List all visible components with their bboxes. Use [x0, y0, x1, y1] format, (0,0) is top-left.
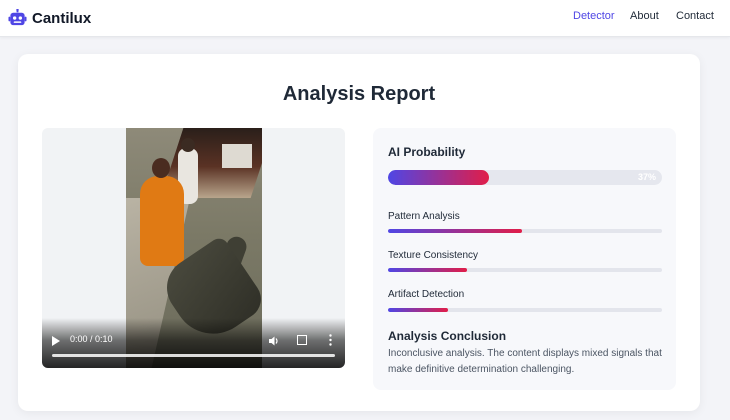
metric-fill-texture: [388, 268, 468, 272]
metric-label-texture: Texture Consistency: [388, 250, 479, 261]
video-controls: 0:00 / 0:10: [42, 318, 345, 368]
brand[interactable]: Cantilux: [8, 7, 91, 29]
metric-bar-artifact: [388, 308, 662, 312]
video-time: 0:00 / 0:10: [70, 334, 113, 344]
report-card: Analysis Report 0:00 / 0:10 AI Probabili…: [18, 54, 700, 411]
conclusion-title: Analysis Conclusion: [388, 329, 507, 343]
metric-label-pattern: Pattern Analysis: [388, 211, 460, 222]
metric-fill-artifact: [388, 308, 449, 312]
nav-link-detector[interactable]: Detector: [573, 10, 615, 22]
nav-link-about[interactable]: About: [630, 10, 659, 22]
conclusion-text: Inconclusive analysis. The content displ…: [388, 348, 662, 375]
metric-bar-pattern: [388, 229, 662, 233]
metric-label-artifact: Artifact Detection: [388, 289, 465, 300]
top-navbar: Cantilux Detector About Contact: [0, 0, 730, 37]
page-title: Analysis Report: [282, 83, 436, 105]
metric-fill-pattern: [388, 229, 523, 233]
ai-probability-value: 37%: [637, 172, 656, 182]
video-progress-bar[interactable]: [52, 354, 335, 357]
metric-bar-texture: [388, 268, 662, 272]
brand-name: Cantilux: [32, 9, 92, 27]
play-icon[interactable]: [52, 336, 60, 346]
fullscreen-icon[interactable]: [297, 335, 307, 345]
volume-icon[interactable]: [268, 335, 280, 347]
nav-link-contact[interactable]: Contact: [676, 10, 714, 22]
video-player[interactable]: 0:00 / 0:10: [42, 128, 345, 368]
ai-probability-bar: 37%: [388, 170, 662, 185]
robot-logo-icon: [8, 8, 27, 25]
ai-probability-fill: [388, 170, 490, 185]
ai-probability-title: AI Probability: [388, 145, 466, 159]
more-options-icon[interactable]: [329, 334, 332, 346]
analysis-panel: AI Probability 37% Pattern Analysis Text…: [373, 128, 676, 390]
